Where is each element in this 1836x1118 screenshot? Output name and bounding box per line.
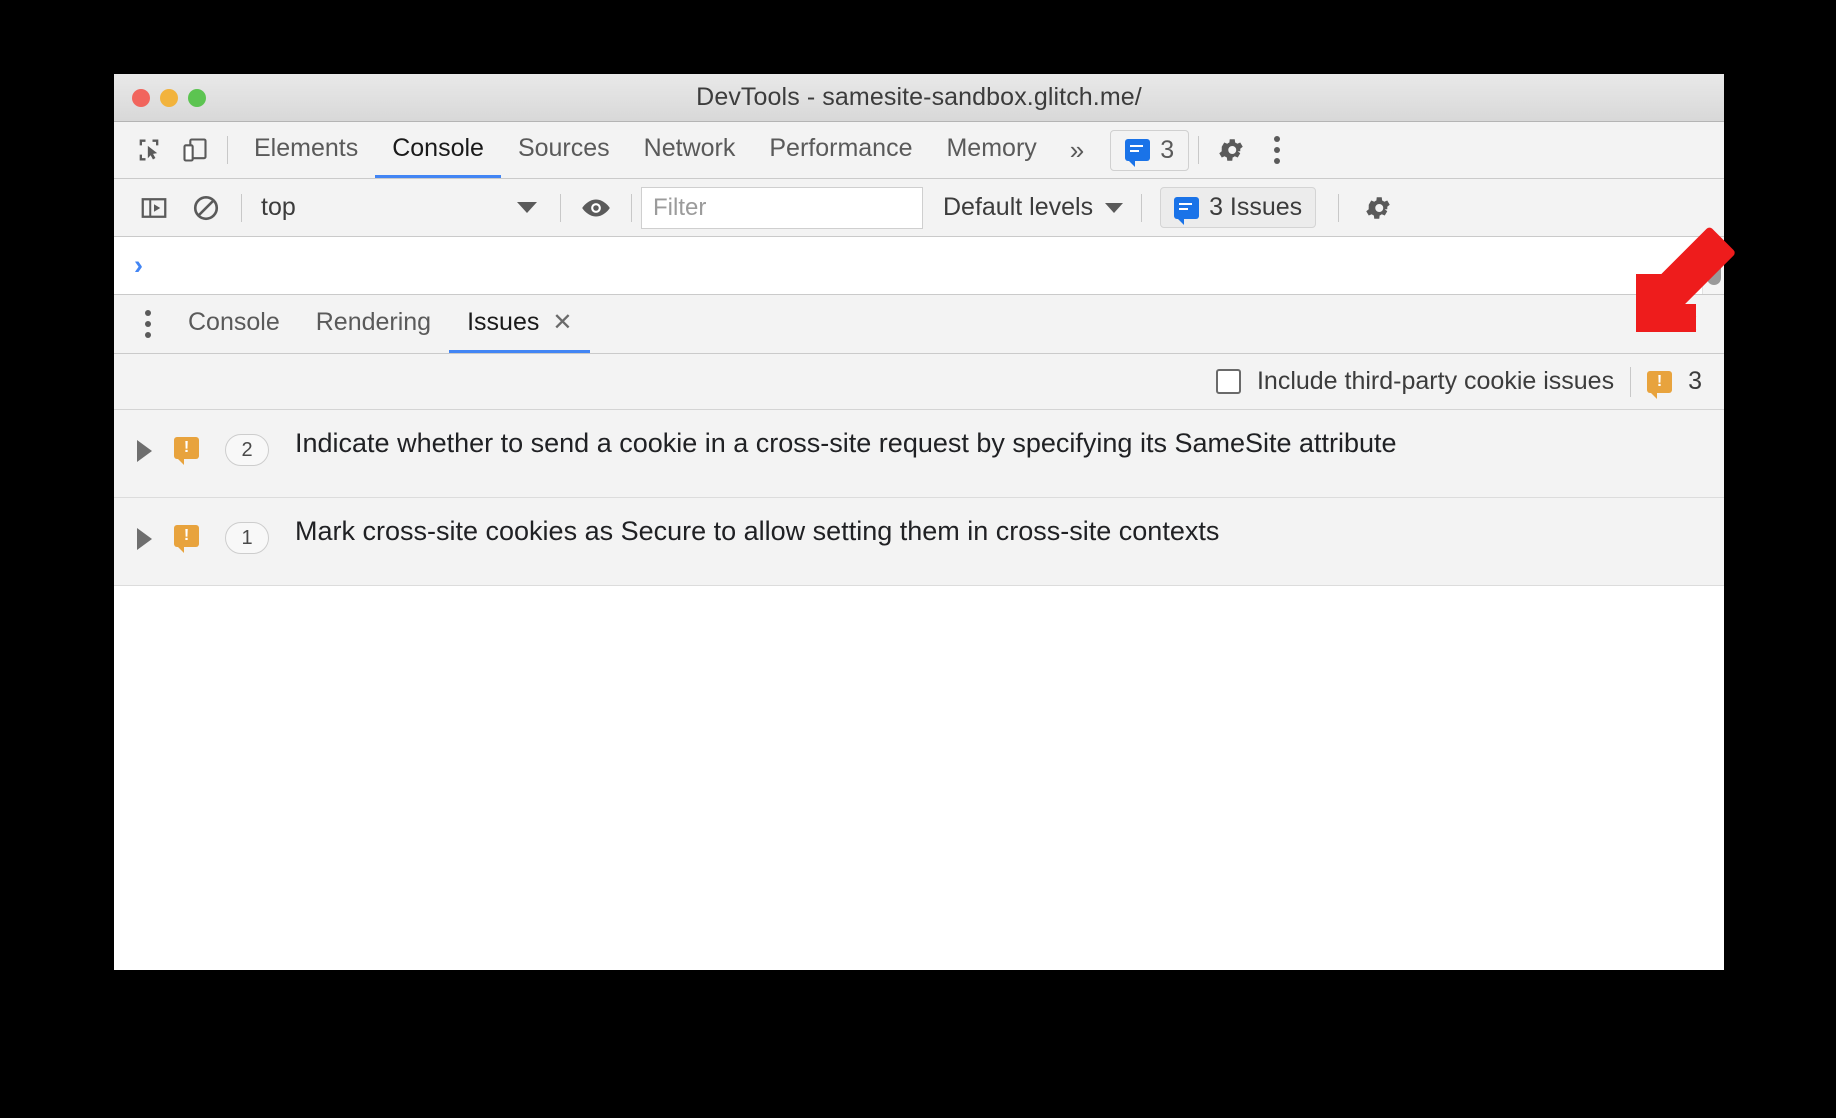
main-issues-count: 3 bbox=[1160, 135, 1175, 164]
issue-row[interactable]: ! 2 Indicate whether to send a cookie in… bbox=[114, 410, 1724, 498]
drawer-tab-rendering[interactable]: Rendering bbox=[298, 295, 449, 353]
include-third-party-label: Include third-party cookie issues bbox=[1256, 367, 1615, 395]
live-expression-icon[interactable] bbox=[570, 186, 622, 230]
console-toolbar-divider-4 bbox=[1141, 193, 1143, 222]
gear-icon[interactable] bbox=[1208, 127, 1254, 173]
chevron-down-icon bbox=[1105, 202, 1124, 213]
drawer-tab-rendering-label: Rendering bbox=[315, 308, 432, 336]
kebab-menu-icon[interactable] bbox=[1254, 127, 1300, 173]
window-title: DevTools - samesite-sandbox.glitch.me/ bbox=[696, 83, 1142, 111]
console-toolbar-divider bbox=[241, 193, 242, 222]
issue-count-badge: 2 bbox=[225, 434, 269, 466]
console-message-area[interactable]: › bbox=[114, 237, 1724, 295]
issue-title: Indicate whether to send a cookie in a c… bbox=[295, 428, 1397, 458]
issue-title: Mark cross-site cookies as Secure to all… bbox=[295, 516, 1220, 546]
inspect-element-icon[interactable] bbox=[126, 129, 172, 171]
console-toolbar-divider-3 bbox=[631, 193, 632, 222]
console-toolbar-divider-5 bbox=[1338, 193, 1340, 222]
toolbar-divider-2 bbox=[1198, 136, 1200, 164]
tab-network[interactable]: Network bbox=[627, 122, 753, 178]
console-sidebar-icon[interactable] bbox=[128, 186, 180, 230]
close-icon[interactable]: ✕ bbox=[552, 308, 572, 337]
device-toolbar-icon[interactable] bbox=[172, 129, 218, 171]
kebab-menu-icon[interactable] bbox=[126, 310, 170, 338]
more-tabs-icon[interactable]: » bbox=[1054, 122, 1100, 178]
log-levels-selector[interactable]: Default levels bbox=[943, 193, 1124, 222]
issues-toolbar-divider bbox=[1630, 366, 1632, 397]
issue-bubble-orange-icon: ! bbox=[174, 437, 199, 465]
main-issues-badge[interactable]: 3 bbox=[1110, 129, 1190, 171]
window-titlebar: DevTools - samesite-sandbox.glitch.me/ bbox=[114, 74, 1724, 122]
gear-icon[interactable] bbox=[1355, 185, 1401, 231]
tab-elements[interactable]: Elements bbox=[237, 122, 375, 178]
issue-row[interactable]: ! 1 Mark cross-site cookies as Secure to… bbox=[114, 498, 1724, 586]
expand-triangle-icon[interactable] bbox=[137, 440, 152, 462]
tab-performance[interactable]: Performance bbox=[752, 122, 929, 178]
drawer-tab-console[interactable]: Console bbox=[170, 295, 298, 353]
devtools-main-tabbar: Elements Console Sources Network Perform… bbox=[114, 122, 1724, 179]
log-levels-value: Default levels bbox=[943, 193, 1094, 221]
console-toolbar: top Default levels 3 Issues bbox=[114, 179, 1724, 237]
issue-count-badge: 1 bbox=[225, 522, 269, 554]
clear-console-icon[interactable] bbox=[180, 186, 232, 230]
drawer-tab-issues-label: Issues bbox=[467, 308, 540, 336]
issues-toolbar: Include third-party cookie issues ! 3 bbox=[114, 354, 1724, 410]
issues-empty-area bbox=[114, 586, 1724, 916]
drawer-tab-issues[interactable]: Issues ✕ bbox=[449, 295, 591, 353]
execution-context-selector[interactable]: top bbox=[251, 188, 551, 228]
console-issues-button[interactable]: 3 Issues bbox=[1160, 187, 1317, 228]
expand-triangle-icon[interactable] bbox=[137, 528, 152, 550]
devtools-window: DevTools - samesite-sandbox.glitch.me/ E… bbox=[114, 74, 1735, 970]
issue-bubble-blue-icon bbox=[1125, 139, 1151, 167]
red-arrow-annotation bbox=[1636, 227, 1735, 332]
include-third-party-checkbox[interactable] bbox=[1215, 369, 1241, 394]
console-toolbar-divider-2 bbox=[560, 193, 561, 222]
drawer-tabbar: Console Rendering Issues ✕ ✕ bbox=[114, 295, 1724, 354]
filter-input[interactable] bbox=[641, 186, 923, 229]
console-prompt-chevron-icon: › bbox=[134, 250, 143, 280]
issues-list: ! 2 Indicate whether to send a cookie in… bbox=[114, 410, 1724, 586]
console-issues-label: 3 Issues bbox=[1209, 193, 1303, 221]
issue-bubble-orange-icon: ! bbox=[1647, 370, 1673, 399]
drawer-tab-console-label: Console bbox=[188, 308, 280, 336]
issue-bubble-blue-icon bbox=[1174, 196, 1200, 225]
tab-memory[interactable]: Memory bbox=[929, 122, 1053, 178]
chevron-down-icon bbox=[517, 202, 537, 213]
issue-bubble-orange-icon: ! bbox=[174, 525, 199, 553]
execution-context-value: top bbox=[261, 193, 296, 221]
tab-console[interactable]: Console bbox=[375, 122, 501, 178]
tab-sources[interactable]: Sources bbox=[501, 122, 627, 178]
issues-total-count: 3 bbox=[1688, 367, 1702, 395]
toolbar-divider bbox=[227, 136, 228, 164]
